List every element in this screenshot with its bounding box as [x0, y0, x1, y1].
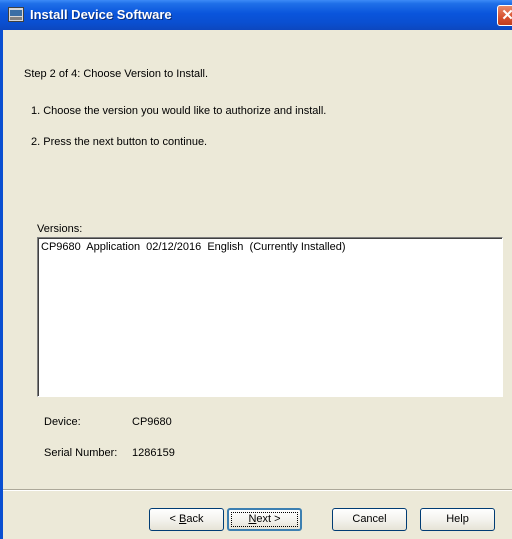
next-button[interactable]: Next >	[227, 508, 302, 531]
list-item[interactable]: CP9680 Application 02/12/2016 English (C…	[41, 241, 346, 253]
cancel-button[interactable]: Cancel	[332, 508, 407, 531]
device-label: Device:	[44, 416, 81, 428]
versions-label: Versions:	[37, 223, 83, 235]
device-value: CP9680	[132, 416, 172, 428]
help-button[interactable]: Help	[420, 508, 495, 531]
serial-number-label: Serial Number:	[44, 447, 118, 459]
close-icon: ✕	[501, 7, 512, 24]
separator	[3, 489, 512, 491]
instruction-2: 2. Press the next button to continue.	[31, 136, 208, 148]
install-device-software-window: Install Device Software ✕ Step 2 of 4: C…	[0, 0, 512, 539]
back-button[interactable]: < Back	[149, 508, 224, 531]
back-button-rest: ack	[186, 513, 204, 525]
focus-rectangle	[231, 512, 298, 527]
back-button-prefix: <	[169, 513, 179, 525]
close-button[interactable]: ✕	[497, 5, 512, 26]
serial-number-value: 1286159	[132, 447, 175, 459]
versions-listbox[interactable]: CP9680 Application 02/12/2016 English (C…	[37, 237, 503, 397]
window-title: Install Device Software	[30, 7, 172, 22]
instruction-1: 1. Choose the version you would like to …	[31, 105, 327, 117]
step-text: Step 2 of 4: Choose Version to Install.	[24, 68, 209, 80]
installer-window-icon	[8, 7, 24, 22]
title-bar[interactable]: Install Device Software ✕	[0, 0, 512, 30]
